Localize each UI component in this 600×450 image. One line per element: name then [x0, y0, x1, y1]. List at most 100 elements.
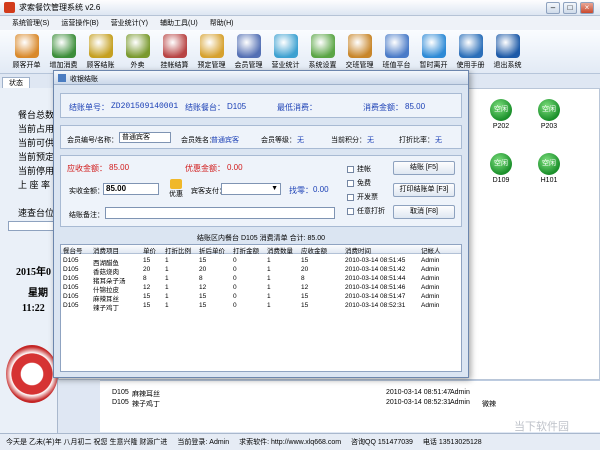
remark-input[interactable]: [105, 207, 335, 219]
option-free-checkbox[interactable]: 免费: [347, 178, 371, 188]
toolbar-away-button[interactable]: 暂时离开: [415, 30, 452, 74]
toolbar-credit-button[interactable]: 挂帐结算: [156, 30, 193, 74]
paid-amount-input[interactable]: 85.00: [103, 183, 159, 195]
member-no-label: 会员编号/名称：: [67, 137, 118, 144]
toolbar-label: 外卖: [130, 62, 145, 69]
table-cell: 1: [267, 302, 271, 309]
minimize-button[interactable]: –: [546, 2, 560, 14]
table-cell: Admin: [421, 302, 440, 309]
favor-button[interactable]: 优惠: [167, 179, 185, 199]
table-cell: 1: [267, 257, 271, 264]
toolbar-settings-button[interactable]: 系统设置: [304, 30, 341, 74]
table-cell: 20: [199, 266, 207, 273]
stat-occupancy: 上 座 率: [18, 180, 51, 190]
toolbar-open-order-button[interactable]: 顾客开单: [8, 30, 45, 74]
table-cell: 0: [233, 284, 237, 291]
toolbar-add-consumption-button[interactable]: 增加消费: [45, 30, 82, 74]
table-cell: 12: [199, 284, 207, 291]
table-cell: 2010-03-14 08:51:42: [345, 266, 406, 273]
table-row[interactable]: D105 麻辣耳丝 15 1 15 0 1 15 2010-03-14 08:51:47 Admi…: [61, 293, 461, 303]
toolbar-label: 暂时离开: [419, 62, 448, 69]
dialog-title: 收银结账: [70, 76, 98, 83]
remark-label: 结账备注：: [69, 212, 104, 219]
close-button[interactable]: ×: [580, 2, 594, 14]
menu-system[interactable]: 系统管理(S): [6, 18, 55, 28]
settings-icon: [310, 34, 335, 58]
toolbar-statistics-button[interactable]: 营业统计: [267, 30, 304, 74]
toolbar-exit-button[interactable]: 退出系统: [489, 30, 526, 74]
status-greeting: 今天是 乙未(羊)年 八月初二 祝您 生意兴隆 财源广进: [6, 439, 168, 446]
table-cell: 0: [233, 302, 237, 309]
toolbar-checkout-button[interactable]: 顾客结账: [82, 30, 119, 74]
table-cell: 8: [199, 275, 203, 282]
exit-icon: [495, 34, 520, 58]
platform-icon: [384, 34, 409, 58]
table-cell: 1: [165, 275, 169, 282]
stat-disabled: 当前停用: [18, 166, 55, 176]
table-row[interactable]: D105 西湖醋鱼 15 1 15 0 1 15 2010-03-14 08:51:45 Admi…: [61, 257, 461, 267]
table-row[interactable]: D105 辣子鸡丁 15 1 15 0 1 15 2010-03-14 08:52:31 Admi…: [61, 302, 461, 312]
seal-logo: [6, 345, 58, 403]
table-cell: Admin: [421, 293, 440, 300]
table-cell: 2010-03-14 08:51:44: [345, 275, 406, 282]
min-consumption-label: 最低消费：: [277, 103, 317, 112]
option-credit-checkbox[interactable]: 挂帐: [347, 164, 371, 174]
table-row[interactable]: D105 什锦拉皮 12 1 12 0 1 12 2010-03-14 08:51:46 Admi…: [61, 284, 461, 294]
toolbar-takeout-button[interactable]: 外卖: [119, 30, 156, 74]
table-cell: 2010-03-14 08:51:45: [345, 257, 406, 264]
toolbar-shift-button[interactable]: 交班管理: [341, 30, 378, 74]
menu-statistics[interactable]: 营业统计(Y): [105, 18, 154, 28]
cancel-button[interactable]: 取消 [F8]: [393, 205, 455, 219]
list-item[interactable]: D105 辣子鸡丁 2010-03-14 08:52:31 Admin 微辣: [100, 399, 600, 408]
print-bill-button[interactable]: 打印结账单 [F3]: [393, 183, 455, 197]
bill-info-panel: 结账单号： ZD201509140001 结账餐台： D105 最低消费： 消费…: [60, 93, 462, 118]
checkout-button[interactable]: 结账 [F5]: [393, 161, 455, 175]
discount-rate-label: 打折比率：: [399, 137, 434, 144]
toolbar-label: 预定管理: [197, 62, 226, 69]
table-row[interactable]: D105 猪耳朵子汤 8 1 8 0 1 8 2010-03-14 08:51:44 Admin: [61, 275, 461, 285]
option-any-discount-checkbox[interactable]: 任意打折: [347, 206, 385, 216]
table-status-icon: 空闲: [490, 99, 512, 121]
maximize-button[interactable]: □: [563, 2, 577, 14]
table-cell: 2010-03-14 08:52:31: [345, 302, 406, 309]
menu-tools[interactable]: 辅助工具(U): [154, 18, 204, 28]
table-name: P203: [540, 123, 558, 130]
member-icon: [236, 34, 261, 58]
points-value: 无: [367, 137, 374, 144]
table-row[interactable]: D105 香菇烧肉 20 1 20 0 1 20 2010-03-14 08:51:42 Admi…: [61, 266, 461, 276]
guest-pay-select[interactable]: ▼: [221, 183, 281, 195]
menu-help[interactable]: 帮助(H): [204, 18, 240, 28]
table-p203[interactable]: 空闲 P203: [529, 99, 569, 130]
toolbar-label: 顾客结账: [86, 62, 115, 69]
table-cell: 0: [233, 257, 237, 264]
toolbar-manual-button[interactable]: 使用手册: [452, 30, 489, 74]
table-p202[interactable]: 空闲 P202: [481, 99, 521, 130]
menu-operations[interactable]: 运营操作(B): [55, 18, 104, 28]
table-cell: 15: [301, 302, 309, 309]
favor-amount-label: 优惠金额：: [185, 164, 225, 173]
stat-reserved: 当前预定: [18, 152, 55, 162]
status-website: 求索软件: http://www.xlq668.com: [239, 439, 342, 446]
shift-icon: [347, 34, 372, 58]
member-no-input[interactable]: 普通宾客: [119, 132, 171, 143]
table-cell: Admin: [421, 266, 440, 273]
table-d109[interactable]: 空闲 D109: [481, 153, 521, 184]
toolbar-reservation-button[interactable]: 预定管理: [193, 30, 230, 74]
list-item[interactable]: D105 麻辣耳丝 2010-03-14 08:51:47 Admin: [100, 389, 600, 398]
bill-no-label: 结账单号：: [69, 103, 109, 112]
toolbar-label: 使用手册: [456, 62, 485, 69]
stat-occupied: 当前占用: [18, 124, 55, 134]
table-h101[interactable]: 空闲 H101: [529, 153, 569, 184]
table-cell: 15: [143, 293, 151, 300]
toolbar-label: 交班管理: [345, 62, 374, 69]
table-cell: 8: [143, 275, 147, 282]
toolbar-member-button[interactable]: 会员管理: [230, 30, 267, 74]
toolbar-platform-button[interactable]: 班值平台: [378, 30, 415, 74]
change-value: 0.00: [313, 185, 329, 194]
checkout-icon: [88, 34, 113, 58]
table-cell: Admin: [421, 275, 440, 282]
bill-table-label: 结账餐台：: [185, 103, 225, 112]
quick-search-input[interactable]: [8, 221, 56, 231]
option-invoice-checkbox[interactable]: 开发票: [347, 192, 378, 202]
favor-button-label: 优惠: [169, 191, 183, 198]
